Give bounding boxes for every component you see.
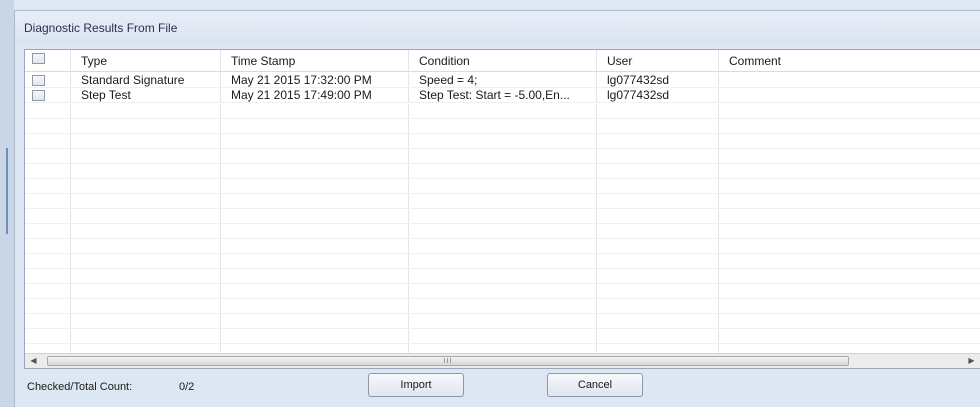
edge-accent (6, 148, 8, 234)
row-divider (25, 163, 980, 164)
empty-column (71, 104, 221, 354)
cell-timestamp: May 21 2015 17:32:00 PM (221, 73, 409, 87)
empty-column (221, 104, 409, 354)
empty-column (409, 104, 597, 354)
horizontal-scrollbar[interactable]: ◀ III ▶ (25, 353, 980, 368)
scroll-right-icon[interactable]: ▶ (963, 354, 980, 368)
empty-column (25, 104, 71, 354)
row-divider (25, 328, 980, 329)
header-select-all[interactable] (25, 50, 71, 71)
window-edge (0, 0, 14, 407)
column-header-type[interactable]: Type (71, 50, 221, 71)
row-divider (25, 283, 980, 284)
dialog-title: Diagnostic Results From File (24, 21, 178, 35)
row-select-cell[interactable] (25, 73, 71, 87)
row-divider (25, 313, 980, 314)
row-divider (25, 133, 980, 134)
cell-comment[interactable] (719, 88, 980, 102)
empty-column (719, 104, 980, 354)
column-header-timestamp[interactable]: Time Stamp (221, 50, 409, 71)
grid-header: Type Time Stamp Condition User Comment (25, 50, 980, 72)
empty-column (597, 104, 719, 354)
checked-count-label: Checked/Total Count: (27, 381, 133, 393)
diagnostic-results-dialog: Diagnostic Results From File Type Time S… (14, 10, 980, 407)
cell-condition: Speed = 4; (409, 73, 597, 87)
row-divider (25, 253, 980, 254)
row-divider (25, 268, 980, 269)
column-header-condition[interactable]: Condition (409, 50, 597, 71)
cell-timestamp: May 21 2015 17:49:00 PM (221, 88, 409, 102)
cell-type: Step Test (71, 88, 221, 102)
checked-count-value: 0/2 (179, 381, 195, 393)
row-checkbox[interactable] (32, 75, 45, 86)
cell-user: lg077432sd (597, 88, 719, 102)
row-divider (25, 148, 980, 149)
row-divider (25, 208, 980, 209)
row-select-cell[interactable] (25, 88, 71, 102)
column-header-user[interactable]: User (597, 50, 719, 71)
row-divider (25, 193, 980, 194)
title-bar: Diagnostic Results From File (15, 11, 980, 45)
empty-grid-area (25, 104, 980, 354)
cell-user: lg077432sd (597, 73, 719, 87)
cell-condition: Step Test: Start = -5.00,En... (409, 88, 597, 102)
row-divider (25, 343, 980, 344)
select-all-checkbox[interactable] (32, 53, 45, 64)
cancel-button[interactable]: Cancel (547, 373, 643, 397)
row-divider (25, 178, 980, 179)
import-button[interactable]: Import (368, 373, 464, 397)
scroll-left-icon[interactable]: ◀ (25, 354, 42, 368)
row-divider (25, 223, 980, 224)
table-row[interactable]: Standard Signature May 21 2015 17:32:00 … (25, 73, 980, 88)
row-checkbox[interactable] (32, 90, 45, 101)
cell-type: Standard Signature (71, 73, 221, 87)
row-divider (25, 118, 980, 119)
scroll-grip: III (443, 358, 453, 365)
row-divider (25, 298, 980, 299)
cell-comment[interactable] (719, 73, 980, 87)
row-divider (25, 238, 980, 239)
scroll-thumb[interactable]: III (47, 356, 849, 366)
results-grid: Type Time Stamp Condition User Comment S… (24, 49, 980, 369)
table-row[interactable]: Step Test May 21 2015 17:49:00 PM Step T… (25, 88, 980, 103)
column-header-comment[interactable]: Comment (719, 50, 980, 71)
